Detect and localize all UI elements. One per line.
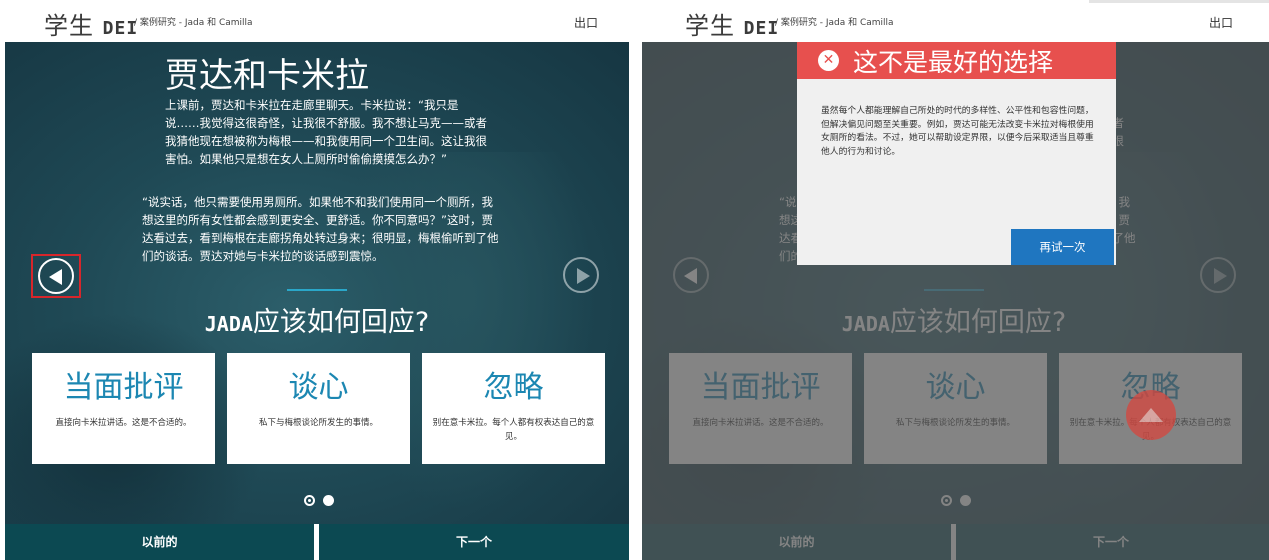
response-options: 当面批评 直接向卡米拉讲话。这是不合适的。 谈心 私下与梅根谈论所发生的事情。 … — [32, 353, 606, 464]
next-slide-button[interactable] — [563, 257, 603, 297]
option-description: 别在意卡米拉。每个人都有权表达自己的意见。 — [432, 418, 595, 442]
brand-suffix: DEI — [102, 18, 139, 39]
previous-button[interactable]: 以前的 — [5, 524, 314, 560]
bottom-nav: 以前的 下一个 — [5, 524, 629, 560]
slide-dot-2[interactable] — [323, 495, 334, 506]
modal-title: 这不是最好的选择 — [853, 48, 1054, 77]
brand-suffix: DEI — [743, 18, 780, 39]
brand-name: 学生 — [44, 12, 94, 40]
feedback-modal: ✕ 这不是最好的选择 虽然每个人都能理解自己所处的时代的多样性、公平性和包容性问… — [797, 42, 1116, 265]
option-description: 直接向卡米拉讲话。这是不合适的。 — [55, 418, 192, 428]
story-paragraph-2: “说实话，他只需要使用男厕所。如果他不和我们使用同一个厕所，我想这里的所有女性都… — [142, 195, 499, 263]
header: 学生 DEI / 案例研究 - Jada 和 Camilla 出口 — [641, 0, 1269, 42]
breadcrumb: / 案例研究 - Jada 和 Camilla — [775, 18, 894, 28]
option-description: 私下与梅根谈论所发生的事情。 — [258, 418, 378, 428]
previous-slide-button[interactable] — [31, 254, 81, 298]
breadcrumb: / 案例研究 - Jada 和 Camilla — [134, 18, 253, 28]
slide-indicator — [304, 495, 344, 507]
slide-dot-1[interactable] — [304, 495, 315, 506]
question-heading: JADA应该如何回应? — [5, 300, 629, 339]
arrow-right-circle-icon — [563, 257, 599, 293]
option-title: 谈心 — [288, 370, 349, 405]
exit-button[interactable]: 出口 — [574, 14, 598, 31]
case-study-stage: 贾达和卡米拉 上课前，贾达和卡米拉在走廊里聊天。卡米拉说：“我只是说……我觉得这… — [5, 42, 629, 524]
next-button[interactable]: 下一个 — [319, 524, 629, 560]
option-card-ignore[interactable]: 忽略 别在意卡米拉。每个人都有权表达自己的意见。 — [422, 353, 605, 464]
lesson-panel: 学生 DEI / 案例研究 - Jada 和 Camilla 出口 贾达和卡米拉… — [0, 0, 634, 560]
option-card-criticize[interactable]: 当面批评 直接向卡米拉讲话。这是不合适的。 — [32, 353, 215, 464]
arrow-left-circle-icon — [38, 258, 74, 294]
divider — [287, 289, 347, 291]
question-prefix: JADA — [204, 312, 253, 336]
feedback-panel: 学生 DEI / 案例研究 - Jada 和 Camilla 出口 贾达和卡米拉… — [641, 0, 1269, 560]
brand-logo[interactable]: 学生 DEI — [685, 6, 779, 41]
header-strip — [1089, 0, 1269, 3]
question-text: 应该如何回应? — [252, 307, 430, 338]
brand-name: 学生 — [685, 12, 735, 40]
story-paragraph-1: 上课前，贾达和卡米拉在走廊里聊天。卡米拉说：“我只是说……我觉得这很奇怪，让我很… — [165, 98, 487, 166]
header: 学生 DEI / 案例研究 - Jada 和 Camilla 出口 — [0, 0, 634, 42]
exit-button[interactable]: 出口 — [1209, 14, 1233, 31]
panel-gutter — [634, 0, 641, 560]
scroll-to-top-icon[interactable] — [1126, 390, 1176, 440]
close-icon: ✕ — [818, 50, 839, 71]
retry-button[interactable]: 再试一次 — [1011, 229, 1114, 265]
brand-logo[interactable]: 学生 DEI — [44, 6, 138, 41]
modal-body: 虽然每个人都能理解自己所处的时代的多样性、公平性和包容性问题，但解决偏见问题至关… — [821, 106, 1094, 157]
modal-header: ✕ 这不是最好的选择 — [797, 42, 1116, 79]
option-title: 忽略 — [483, 370, 544, 405]
option-card-talk[interactable]: 谈心 私下与梅根谈论所发生的事情。 — [227, 353, 410, 464]
story-title: 贾达和卡米拉 — [165, 56, 369, 96]
option-title: 当面批评 — [63, 370, 184, 405]
